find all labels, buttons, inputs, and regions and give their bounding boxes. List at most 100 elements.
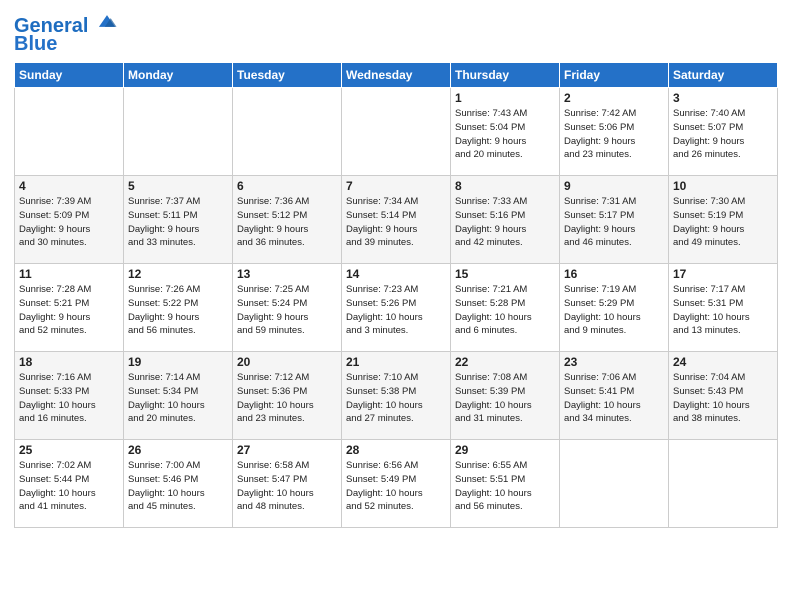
calendar-cell: 19 Sunrise: 7:14 AMSunset: 5:34 PMDayligh… bbox=[124, 352, 233, 440]
day-info: Sunrise: 6:55 AMSunset: 5:51 PMDaylight:… bbox=[455, 459, 555, 514]
day-info: Sunrise: 7:30 AMSunset: 5:19 PMDaylight:… bbox=[673, 195, 773, 250]
day-info: Sunrise: 7:00 AMSunset: 5:46 PMDaylight:… bbox=[128, 459, 228, 514]
day-number: 29 bbox=[455, 443, 555, 457]
calendar-cell bbox=[669, 440, 778, 528]
calendar-week-4: 18 Sunrise: 7:16 AMSunset: 5:33 PMDayligh… bbox=[15, 352, 778, 440]
calendar-cell: 26 Sunrise: 7:00 AMSunset: 5:46 PMDayligh… bbox=[124, 440, 233, 528]
day-info: Sunrise: 7:14 AMSunset: 5:34 PMDaylight:… bbox=[128, 371, 228, 426]
calendar-cell: 9 Sunrise: 7:31 AMSunset: 5:17 PMDaylight… bbox=[560, 176, 669, 264]
day-number: 6 bbox=[237, 179, 337, 193]
calendar-cell: 23Sunrise: 7:06 AMSunset: 5:41 PMDayligh… bbox=[560, 352, 669, 440]
day-info: Sunrise: 7:26 AMSunset: 5:22 PMDaylight:… bbox=[128, 283, 228, 338]
day-number: 20 bbox=[237, 355, 337, 369]
page-header: General Blue bbox=[14, 10, 778, 56]
calendar-cell bbox=[560, 440, 669, 528]
day-number: 16 bbox=[564, 267, 664, 281]
calendar-cell bbox=[233, 88, 342, 176]
day-number: 27 bbox=[237, 443, 337, 457]
day-info: Sunrise: 7:04 AMSunset: 5:43 PMDaylight:… bbox=[673, 371, 773, 426]
calendar-cell: 14 Sunrise: 7:23 AMSunset: 5:26 PMDayligh… bbox=[342, 264, 451, 352]
day-number: 25 bbox=[19, 443, 119, 457]
calendar-cell: 7 Sunrise: 7:34 AMSunset: 5:14 PMDaylight… bbox=[342, 176, 451, 264]
calendar-cell bbox=[342, 88, 451, 176]
day-info: Sunrise: 7:16 AMSunset: 5:33 PMDaylight:… bbox=[19, 371, 119, 426]
calendar-cell: 11 Sunrise: 7:28 AMSunset: 5:21 PMDayligh… bbox=[15, 264, 124, 352]
day-number: 7 bbox=[346, 179, 446, 193]
day-number: 18 bbox=[19, 355, 119, 369]
day-number: 15 bbox=[455, 267, 555, 281]
day-number: 19 bbox=[128, 355, 228, 369]
calendar-cell: 13 Sunrise: 7:25 AMSunset: 5:24 PMDayligh… bbox=[233, 264, 342, 352]
day-info: Sunrise: 7:06 AMSunset: 5:41 PMDaylight:… bbox=[564, 371, 664, 426]
day-info: Sunrise: 7:25 AMSunset: 5:24 PMDaylight:… bbox=[237, 283, 337, 338]
calendar-cell: 10 Sunrise: 7:30 AMSunset: 5:19 PMDayligh… bbox=[669, 176, 778, 264]
weekday-header-saturday: Saturday bbox=[669, 63, 778, 88]
calendar-week-3: 11 Sunrise: 7:28 AMSunset: 5:21 PMDayligh… bbox=[15, 264, 778, 352]
day-info: Sunrise: 7:21 AMSunset: 5:28 PMDaylight:… bbox=[455, 283, 555, 338]
day-number: 13 bbox=[237, 267, 337, 281]
day-number: 17 bbox=[673, 267, 773, 281]
day-info: Sunrise: 6:58 AMSunset: 5:47 PMDaylight:… bbox=[237, 459, 337, 514]
day-number: 4 bbox=[19, 179, 119, 193]
calendar-cell: 29 Sunrise: 6:55 AMSunset: 5:51 PMDayligh… bbox=[451, 440, 560, 528]
calendar-cell: 21 Sunrise: 7:10 AMSunset: 5:38 PMDayligh… bbox=[342, 352, 451, 440]
day-info: Sunrise: 7:37 AMSunset: 5:11 PMDaylight:… bbox=[128, 195, 228, 250]
calendar-cell: 4 Sunrise: 7:39 AMSunset: 5:09 PMDaylight… bbox=[15, 176, 124, 264]
day-number: 2 bbox=[564, 91, 664, 105]
weekday-header-thursday: Thursday bbox=[451, 63, 560, 88]
calendar-week-1: 1 Sunrise: 7:43 AMSunset: 5:04 PMDaylight… bbox=[15, 88, 778, 176]
calendar-cell bbox=[15, 88, 124, 176]
day-number: 26 bbox=[128, 443, 228, 457]
day-info: Sunrise: 7:34 AMSunset: 5:14 PMDaylight:… bbox=[346, 195, 446, 250]
day-number: 5 bbox=[128, 179, 228, 193]
day-info: Sunrise: 7:28 AMSunset: 5:21 PMDaylight:… bbox=[19, 283, 119, 338]
day-number: 10 bbox=[673, 179, 773, 193]
weekday-header-friday: Friday bbox=[560, 63, 669, 88]
weekday-header-sunday: Sunday bbox=[15, 63, 124, 88]
calendar-cell: 1 Sunrise: 7:43 AMSunset: 5:04 PMDaylight… bbox=[451, 88, 560, 176]
day-info: Sunrise: 7:31 AMSunset: 5:17 PMDaylight:… bbox=[564, 195, 664, 250]
calendar-cell: 18 Sunrise: 7:16 AMSunset: 5:33 PMDayligh… bbox=[15, 352, 124, 440]
day-number: 9 bbox=[564, 179, 664, 193]
calendar-cell: 16Sunrise: 7:19 AMSunset: 5:29 PMDayligh… bbox=[560, 264, 669, 352]
day-number: 28 bbox=[346, 443, 446, 457]
calendar-cell: 22Sunrise: 7:08 AMSunset: 5:39 PMDayligh… bbox=[451, 352, 560, 440]
calendar-cell: 2Sunrise: 7:42 AMSunset: 5:06 PMDaylight… bbox=[560, 88, 669, 176]
day-info: Sunrise: 7:10 AMSunset: 5:38 PMDaylight:… bbox=[346, 371, 446, 426]
day-info: Sunrise: 7:33 AMSunset: 5:16 PMDaylight:… bbox=[455, 195, 555, 250]
day-info: Sunrise: 7:36 AMSunset: 5:12 PMDaylight:… bbox=[237, 195, 337, 250]
calendar-cell: 20 Sunrise: 7:12 AMSunset: 5:36 PMDayligh… bbox=[233, 352, 342, 440]
weekday-header-row: SundayMondayTuesdayWednesdayThursdayFrid… bbox=[15, 63, 778, 88]
day-info: Sunrise: 7:02 AMSunset: 5:44 PMDaylight:… bbox=[19, 459, 119, 514]
calendar-cell: 15 Sunrise: 7:21 AMSunset: 5:28 PMDayligh… bbox=[451, 264, 560, 352]
logo-icon bbox=[96, 10, 118, 32]
day-number: 21 bbox=[346, 355, 446, 369]
calendar-week-2: 4 Sunrise: 7:39 AMSunset: 5:09 PMDaylight… bbox=[15, 176, 778, 264]
calendar-cell: 12 Sunrise: 7:26 AMSunset: 5:22 PMDayligh… bbox=[124, 264, 233, 352]
day-number: 8 bbox=[455, 179, 555, 193]
weekday-header-tuesday: Tuesday bbox=[233, 63, 342, 88]
weekday-header-monday: Monday bbox=[124, 63, 233, 88]
calendar-cell: 5 Sunrise: 7:37 AMSunset: 5:11 PMDaylight… bbox=[124, 176, 233, 264]
calendar-cell: 25 Sunrise: 7:02 AMSunset: 5:44 PMDayligh… bbox=[15, 440, 124, 528]
day-number: 3 bbox=[673, 91, 773, 105]
day-number: 12 bbox=[128, 267, 228, 281]
day-info: Sunrise: 7:17 AMSunset: 5:31 PMDaylight:… bbox=[673, 283, 773, 338]
day-number: 24 bbox=[673, 355, 773, 369]
day-number: 1 bbox=[455, 91, 555, 105]
day-info: Sunrise: 6:56 AMSunset: 5:49 PMDaylight:… bbox=[346, 459, 446, 514]
day-number: 11 bbox=[19, 267, 119, 281]
weekday-header-wednesday: Wednesday bbox=[342, 63, 451, 88]
calendar-cell: 8 Sunrise: 7:33 AMSunset: 5:16 PMDaylight… bbox=[451, 176, 560, 264]
calendar-week-5: 25 Sunrise: 7:02 AMSunset: 5:44 PMDayligh… bbox=[15, 440, 778, 528]
day-info: Sunrise: 7:23 AMSunset: 5:26 PMDaylight:… bbox=[346, 283, 446, 338]
calendar-cell: 28 Sunrise: 6:56 AMSunset: 5:49 PMDayligh… bbox=[342, 440, 451, 528]
page-container: General Blue SundayMondayTuesdayWednesda… bbox=[0, 0, 792, 534]
day-info: Sunrise: 7:43 AMSunset: 5:04 PMDaylight:… bbox=[455, 107, 555, 162]
calendar-cell: 24 Sunrise: 7:04 AMSunset: 5:43 PMDayligh… bbox=[669, 352, 778, 440]
day-info: Sunrise: 7:39 AMSunset: 5:09 PMDaylight:… bbox=[19, 195, 119, 250]
calendar-cell bbox=[124, 88, 233, 176]
day-info: Sunrise: 7:12 AMSunset: 5:36 PMDaylight:… bbox=[237, 371, 337, 426]
day-number: 14 bbox=[346, 267, 446, 281]
calendar-cell: 27 Sunrise: 6:58 AMSunset: 5:47 PMDayligh… bbox=[233, 440, 342, 528]
